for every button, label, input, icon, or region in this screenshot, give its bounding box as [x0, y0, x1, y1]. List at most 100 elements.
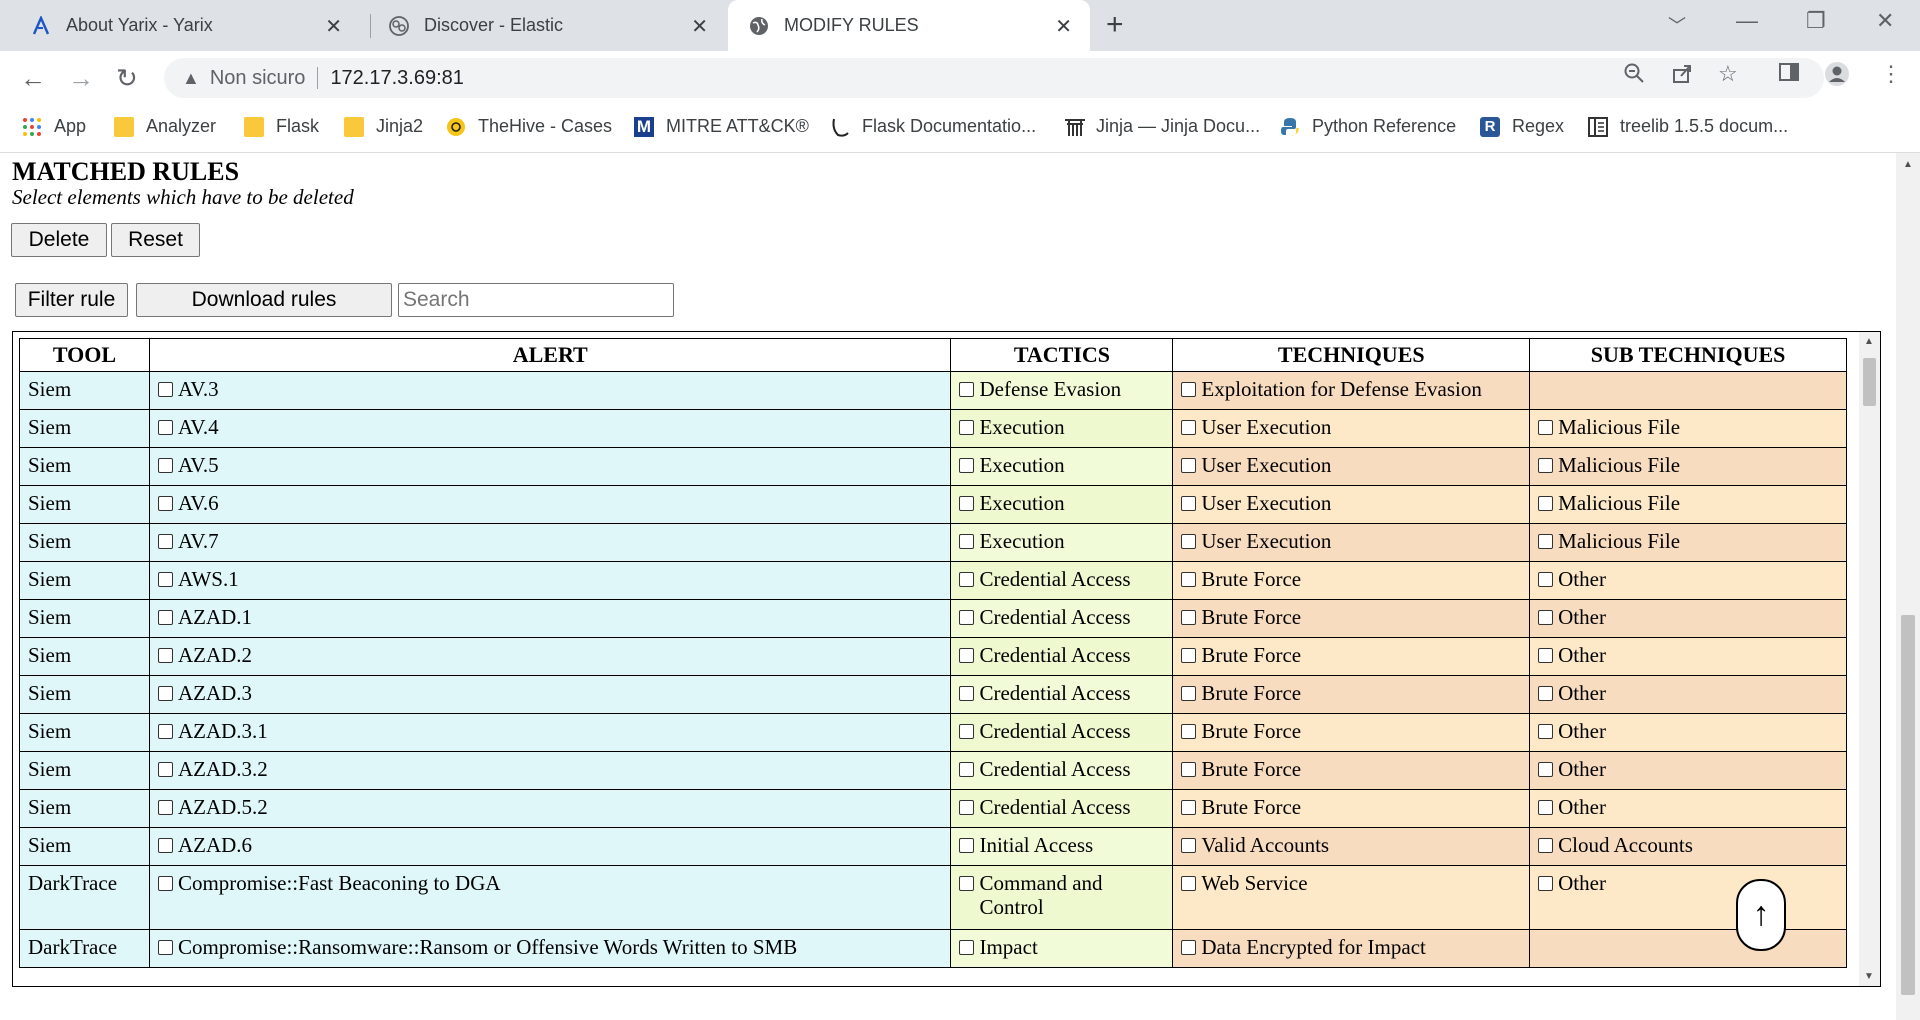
row-checkbox[interactable] [1538, 496, 1554, 511]
row-checkbox[interactable] [157, 876, 173, 891]
header-tool[interactable]: TOOL [19, 338, 150, 372]
alert-cell[interactable]: AV.5 [148, 447, 952, 486]
scroll-to-top-button[interactable]: ↑ [1736, 879, 1786, 951]
row-checkbox[interactable] [1538, 420, 1554, 435]
close-tab-icon[interactable]: ✕ [325, 14, 342, 39]
row-checkbox[interactable] [1538, 724, 1554, 739]
alert-cell[interactable]: AZAD.3.1 [148, 713, 952, 752]
row-checkbox[interactable] [1181, 496, 1197, 511]
row-checkbox[interactable] [959, 724, 975, 739]
share-icon[interactable] [1670, 61, 1694, 91]
download-rules-button[interactable]: Download rules [136, 283, 392, 317]
row-checkbox[interactable] [1538, 800, 1554, 815]
technique-cell[interactable]: User Execution [1172, 409, 1531, 448]
row-checkbox[interactable] [1181, 762, 1197, 777]
tactic-cell[interactable]: Impact [950, 929, 1174, 968]
alert-cell[interactable]: AV.3 [148, 371, 952, 410]
header-sub-techniques[interactable]: SUB TECHNIQUES [1529, 338, 1847, 372]
reset-button[interactable]: Reset [111, 223, 200, 257]
row-checkbox[interactable] [959, 648, 975, 663]
row-checkbox[interactable] [1181, 800, 1197, 815]
technique-cell[interactable]: Valid Accounts [1172, 827, 1531, 866]
bookmark-star-icon[interactable]: ☆ [1718, 61, 1738, 87]
row-checkbox[interactable] [157, 458, 173, 473]
page-scroll-thumb[interactable] [1901, 615, 1915, 995]
tab-modify-rules[interactable]: MODIFY RULES ✕ [728, 0, 1090, 51]
tactic-cell[interactable]: Execution [950, 447, 1174, 486]
row-checkbox[interactable] [959, 876, 975, 891]
header-techniques[interactable]: TECHNIQUES [1172, 338, 1531, 372]
close-window-icon[interactable]: ✕ [1876, 8, 1894, 34]
bookmark-analyzer[interactable]: Analyzer [114, 116, 216, 137]
sub-technique-cell[interactable]: Malicious File [1529, 523, 1847, 562]
row-checkbox[interactable] [1538, 610, 1554, 625]
technique-cell[interactable]: Exploitation for Defense Evasion [1172, 371, 1531, 410]
technique-cell[interactable]: User Execution [1172, 523, 1531, 562]
row-checkbox[interactable] [157, 838, 173, 853]
alert-cell[interactable]: AZAD.2 [148, 637, 952, 676]
tactic-cell[interactable]: Command and Control [950, 865, 1174, 930]
alert-cell[interactable]: Compromise::Fast Beaconing to DGA [148, 865, 952, 930]
security-label[interactable]: Non sicuro [210, 67, 306, 90]
tactic-cell[interactable]: Credential Access [950, 599, 1174, 638]
row-checkbox[interactable] [1181, 838, 1197, 853]
row-checkbox[interactable] [1538, 458, 1554, 473]
row-checkbox[interactable] [157, 762, 173, 777]
bookmark-jinja-docs[interactable]: Jinja — Jinja Docu... [1064, 116, 1260, 137]
row-checkbox[interactable] [157, 610, 173, 625]
forward-arrow-icon[interactable]: → [68, 63, 94, 94]
scroll-down-arrow-icon[interactable]: ▼ [1864, 971, 1874, 982]
technique-cell[interactable]: Brute Force [1172, 675, 1531, 714]
bookmark-mitre[interactable]: M MITRE ATT&CK® [634, 116, 809, 137]
row-checkbox[interactable] [1181, 876, 1197, 891]
scroll-up-arrow-icon[interactable]: ▲ [1864, 336, 1874, 347]
filter-rule-button[interactable]: Filter rule [15, 283, 128, 317]
row-checkbox[interactable] [157, 648, 173, 663]
alert-cell[interactable]: AZAD.5.2 [148, 789, 952, 828]
tactic-cell[interactable]: Execution [950, 523, 1174, 562]
row-checkbox[interactable] [1181, 458, 1197, 473]
tactic-cell[interactable]: Credential Access [950, 675, 1174, 714]
row-checkbox[interactable] [1181, 940, 1197, 955]
tab-about-yarix[interactable]: About Yarix - Yarix ✕ [0, 0, 360, 51]
alert-cell[interactable]: AZAD.1 [148, 599, 952, 638]
row-checkbox[interactable] [959, 534, 975, 549]
sub-technique-cell[interactable] [1529, 371, 1847, 410]
zoom-icon[interactable] [1622, 61, 1646, 91]
alert-cell[interactable]: AV.7 [148, 523, 952, 562]
sub-technique-cell[interactable]: Other [1529, 789, 1847, 828]
table-scrollbar[interactable]: ▲ ▼ [1859, 332, 1880, 986]
header-alert[interactable]: ALERT [148, 338, 952, 372]
tactic-cell[interactable]: Credential Access [950, 751, 1174, 790]
row-checkbox[interactable] [1181, 648, 1197, 663]
bookmark-thehive[interactable]: TheHive - Cases [446, 116, 612, 137]
alert-cell[interactable]: AZAD.3 [148, 675, 952, 714]
row-checkbox[interactable] [157, 382, 173, 397]
scroll-up-arrow-icon[interactable]: ▲ [1903, 159, 1913, 170]
tab-search-chevron-icon[interactable]: ﹀ [1668, 12, 1686, 38]
tactic-cell[interactable]: Execution [950, 409, 1174, 448]
row-checkbox[interactable] [1538, 572, 1554, 587]
table-scroll-thumb[interactable] [1863, 358, 1876, 406]
row-checkbox[interactable] [157, 940, 173, 955]
row-checkbox[interactable] [157, 686, 173, 701]
sub-technique-cell[interactable]: Malicious File [1529, 447, 1847, 486]
row-checkbox[interactable] [1538, 686, 1554, 701]
page-scrollbar[interactable]: ▲ [1896, 153, 1920, 1020]
side-panel-icon[interactable] [1778, 61, 1800, 89]
row-checkbox[interactable] [959, 838, 975, 853]
search-input[interactable] [398, 283, 674, 317]
technique-cell[interactable]: Web Service [1172, 865, 1531, 930]
row-checkbox[interactable] [959, 686, 975, 701]
row-checkbox[interactable] [1181, 724, 1197, 739]
alert-cell[interactable]: AV.6 [148, 485, 952, 524]
bookmark-jinja2[interactable]: Jinja2 [344, 116, 423, 137]
row-checkbox[interactable] [959, 382, 975, 397]
tactic-cell[interactable]: Credential Access [950, 713, 1174, 752]
row-checkbox[interactable] [1538, 838, 1554, 853]
tactic-cell[interactable]: Credential Access [950, 637, 1174, 676]
row-checkbox[interactable] [157, 496, 173, 511]
row-checkbox[interactable] [1538, 876, 1554, 891]
sub-technique-cell[interactable]: Other [1529, 865, 1847, 930]
technique-cell[interactable]: Brute Force [1172, 637, 1531, 676]
